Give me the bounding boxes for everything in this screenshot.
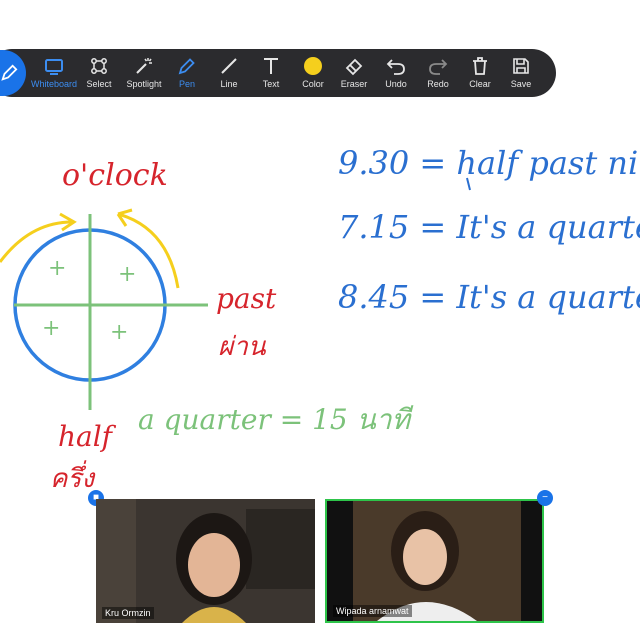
tool-label: Save — [510, 79, 532, 89]
plus-q3: + — [42, 316, 61, 341]
eraser-icon — [345, 58, 363, 76]
participant-name: Kru Ormzin — [102, 607, 154, 619]
plus-q1: + — [48, 256, 67, 281]
color-swatch-icon — [304, 57, 322, 75]
plus-q4: + — [110, 320, 129, 345]
video-tile-wipada[interactable]: Wipada arnamwat — [325, 499, 544, 623]
time-line-2: 7.15 = It's a quarter — [338, 208, 640, 246]
tool-label: Clear — [469, 79, 491, 89]
tool-label: Spotlight — [126, 79, 162, 89]
tool-label: Text — [262, 79, 280, 89]
line-icon — [221, 58, 237, 74]
tool-text[interactable]: Text — [248, 56, 294, 96]
participant-video — [96, 499, 315, 623]
trash-icon — [473, 57, 487, 75]
tool-label: Redo — [427, 79, 449, 89]
tool-label: Whiteboard — [30, 79, 78, 89]
quarter-note: a quarter = 15 นาที — [138, 403, 410, 436]
half-label: half — [58, 420, 113, 453]
plus-q2: + — [118, 262, 137, 287]
tool-label: Line — [220, 79, 238, 89]
tool-color[interactable]: Color — [290, 56, 336, 96]
tool-label: Pen — [178, 79, 195, 89]
tool-label: Undo — [385, 79, 407, 89]
undo-icon — [386, 59, 405, 75]
text-icon — [264, 58, 278, 74]
tool-clear[interactable]: Clear — [457, 56, 503, 96]
time-line-1: 9.30 = half past nin — [338, 144, 640, 182]
tool-save[interactable]: Save — [498, 56, 544, 96]
whiteboard-icon — [45, 59, 63, 75]
tool-label: Eraser — [340, 79, 368, 89]
tool-spotlight[interactable]: Spotlight — [121, 56, 167, 96]
video-tile-kru-ormzin[interactable]: Kru Ormzin — [96, 499, 315, 623]
redo-icon — [429, 59, 448, 75]
half-thai-label: ครึ่ง — [50, 464, 95, 494]
tool-redo[interactable]: Redo — [415, 56, 461, 96]
participant-video — [327, 501, 542, 621]
tool-undo[interactable]: Undo — [373, 56, 419, 96]
tool-label: Color — [302, 79, 324, 89]
tool-whiteboard[interactable]: Whiteboard — [31, 56, 77, 96]
tool-eraser[interactable]: Eraser — [331, 56, 377, 96]
spotlight-icon — [136, 58, 152, 74]
oclock-label: o'clock — [62, 158, 168, 193]
tool-select[interactable]: Select — [76, 56, 122, 96]
past-thai-label: ผ่าน — [218, 332, 266, 362]
past-label: past — [216, 282, 277, 315]
save-icon — [513, 58, 529, 74]
more-options-icon[interactable]: − — [537, 490, 553, 506]
select-icon — [91, 58, 107, 74]
tool-line[interactable]: Line — [206, 56, 252, 96]
time-line-3: 8.45 = It's a quarter — [338, 278, 640, 316]
participant-name: Wipada arnamwat — [333, 605, 412, 617]
tool-label: Select — [86, 79, 112, 89]
pencil-icon — [1, 64, 18, 81]
pen-icon — [178, 58, 195, 75]
tool-pen[interactable]: Pen — [164, 56, 210, 96]
